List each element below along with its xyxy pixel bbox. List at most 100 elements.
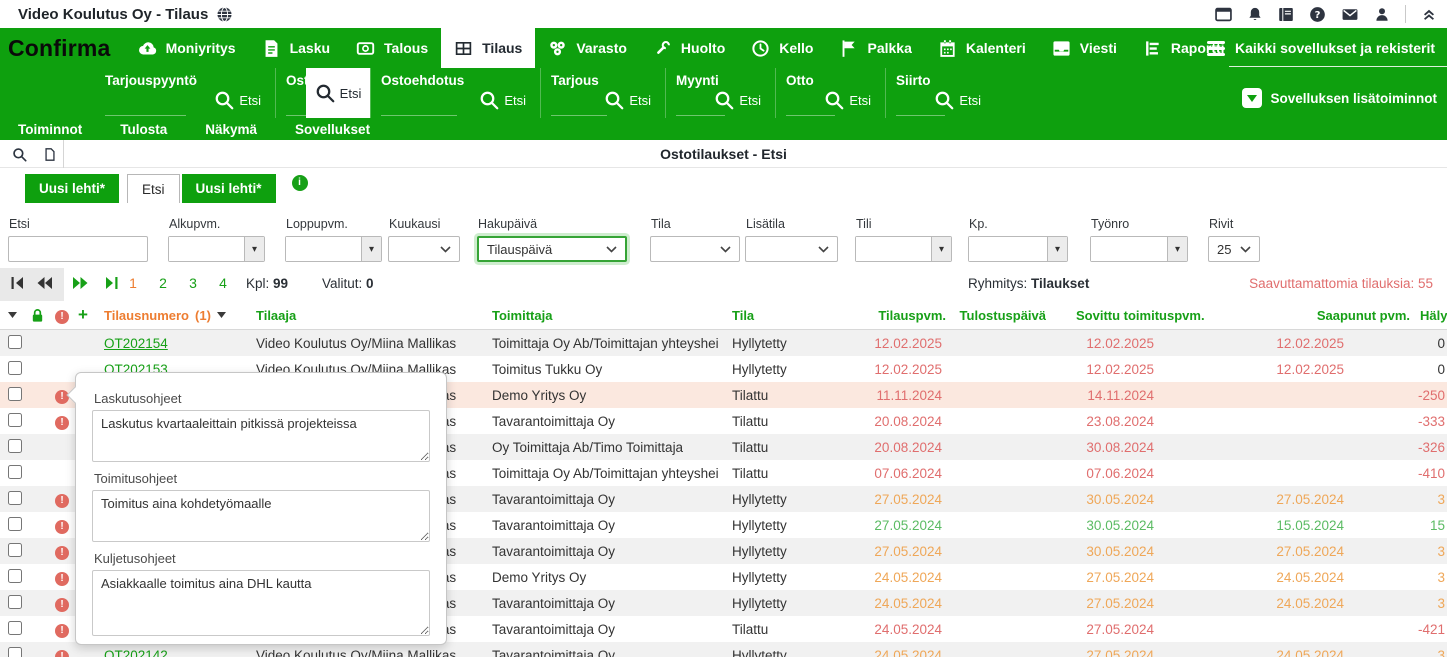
bell-icon[interactable]	[1247, 6, 1263, 23]
prev-page-button[interactable]	[36, 276, 56, 292]
add-row-icon[interactable]: +	[74, 305, 98, 325]
alert-icon[interactable]: !	[55, 598, 69, 612]
menu-sovellukset[interactable]: Sovellukset	[295, 122, 370, 137]
nav-item-moniyritys[interactable]: Moniyritys	[125, 28, 249, 68]
toimitusohjeet-textarea[interactable]: Toimitus aina kohdetyömaalle	[92, 490, 430, 542]
first-page-button[interactable]	[9, 276, 29, 292]
order-number-link[interactable]: OT202142	[98, 648, 168, 657]
filter-alkupvm-combo[interactable]: ▾	[168, 236, 265, 262]
nav-item-tilaus[interactable]: Tilaus	[441, 28, 535, 68]
window-icon[interactable]	[1215, 6, 1232, 23]
row-checkbox[interactable]	[8, 621, 22, 635]
row-checkbox[interactable]	[8, 387, 22, 401]
subnav-etsi-button[interactable]: Etsi	[824, 90, 871, 110]
filter-loppupvm-dropdown-button[interactable]: ▾	[361, 237, 381, 261]
collapse-header-icon[interactable]	[1421, 6, 1437, 22]
journal-icon[interactable]	[1278, 6, 1294, 23]
user-icon[interactable]	[1374, 6, 1390, 23]
row-checkbox[interactable]	[8, 647, 22, 657]
row-checkbox[interactable]	[8, 517, 22, 531]
header-tilausnumero[interactable]: Tilausnumero (1)	[98, 308, 248, 323]
filter-loppupvm-combo[interactable]: ▾	[285, 236, 382, 262]
menu-nakyma[interactable]: Näkymä	[205, 122, 257, 137]
alert-icon[interactable]: !	[55, 520, 69, 534]
filter-rivit-select[interactable]: 25	[1208, 236, 1260, 262]
info-icon[interactable]: i	[292, 175, 308, 191]
help-icon[interactable]: ?	[1309, 6, 1326, 23]
row-checkbox[interactable]	[8, 413, 22, 427]
subnav-etsi-button[interactable]: Etsi	[306, 68, 370, 118]
tab-etsi[interactable]: Etsi	[127, 174, 180, 203]
all-apps-menu[interactable]: Kaikki sovellukset ja rekisterit	[1207, 28, 1435, 68]
row-checkbox[interactable]	[8, 439, 22, 453]
row-checkbox[interactable]	[8, 543, 22, 557]
header-tulostuspaiva[interactable]: Tulostuspäivä	[946, 308, 1046, 323]
order-number-link[interactable]: OT202154	[98, 336, 168, 351]
row-checkbox[interactable]	[8, 491, 22, 505]
header-tilauspvm[interactable]: Tilauspvm.	[854, 308, 946, 323]
filter-alkupvm-dropdown-button[interactable]: ▾	[244, 237, 264, 261]
header-saapunut-pvm[interactable]: Saapunut pvm.	[1206, 308, 1410, 323]
row-checkbox[interactable]	[8, 465, 22, 479]
header-tilaaja[interactable]: Tilaaja	[248, 308, 486, 323]
page-1[interactable]: 1	[121, 275, 145, 291]
subnav-etsi-button[interactable]: Etsi	[714, 90, 761, 110]
subnav-etsi-button[interactable]: Etsi	[934, 90, 981, 110]
filter-kp-combo[interactable]: ▾	[968, 236, 1068, 262]
filter-kuukausi-select[interactable]	[388, 236, 460, 262]
filter-tili-input[interactable]	[856, 237, 931, 261]
filter-tyonro-combo[interactable]: ▾	[1090, 236, 1188, 262]
filter-tyonro-dropdown-button[interactable]: ▾	[1167, 237, 1187, 261]
alert-icon[interactable]: !	[55, 494, 69, 508]
alert-column-icon[interactable]: !	[52, 307, 74, 324]
header-halytys[interactable]: Hälytys	[1410, 308, 1447, 323]
nav-item-kello[interactable]: Kello	[738, 28, 826, 68]
nav-item-talous[interactable]: Talous	[343, 28, 441, 68]
filter-alkupvm-input[interactable]	[169, 237, 244, 261]
menu-tulosta[interactable]: Tulosta	[120, 122, 167, 137]
lock-icon[interactable]	[30, 308, 52, 323]
alert-icon[interactable]: !	[55, 572, 69, 586]
page-4[interactable]: 4	[211, 275, 235, 291]
filter-tili-dropdown-button[interactable]: ▾	[931, 237, 951, 261]
subnav-group-label[interactable]: Ostoehdotus	[381, 73, 464, 88]
subnav-group-label[interactable]: Tarjous	[551, 73, 599, 88]
filter-kp-dropdown-button[interactable]: ▾	[1047, 237, 1067, 261]
mail-icon[interactable]	[1341, 6, 1359, 23]
kuljetusohjeet-textarea[interactable]: Asiakkaalle toimitus aina DHL kautta	[92, 570, 430, 636]
next-page-button[interactable]	[72, 276, 92, 292]
alert-icon[interactable]: !	[55, 390, 69, 404]
subnav-group-label[interactable]: Siirto	[896, 73, 931, 88]
row-checkbox[interactable]	[8, 361, 22, 375]
laskutusohjeet-textarea[interactable]: Laskutus kvartaaleittain pitkissä projek…	[92, 410, 430, 462]
header-sovittu-toimituspvm[interactable]: Sovittu toimituspvm.	[1046, 308, 1206, 323]
confirma-logo[interactable]: Confirma	[8, 35, 111, 62]
page-3[interactable]: 3	[181, 275, 205, 291]
subnav-group-label[interactable]: Myynti	[676, 73, 719, 88]
alert-icon[interactable]: !	[55, 416, 69, 430]
subnav-group-label[interactable]: Otto	[786, 73, 814, 88]
subnav-group-label[interactable]: Tarjouspyyntö	[105, 73, 197, 88]
nav-item-huolto[interactable]: Huolto	[640, 28, 738, 68]
filter-etsi-input[interactable]	[8, 236, 148, 262]
header-toimittaja[interactable]: Toimittaja	[486, 308, 726, 323]
filter-lisatila-select[interactable]	[745, 236, 838, 262]
nav-item-viesti[interactable]: Viesti	[1039, 28, 1130, 68]
subnav-etsi-button[interactable]: Etsi	[214, 90, 261, 110]
app-extra-actions[interactable]: Sovelluksen lisätoiminnot	[1242, 88, 1437, 108]
last-page-button[interactable]	[103, 276, 123, 292]
row-checkbox[interactable]	[8, 569, 22, 583]
alert-icon[interactable]: !	[55, 650, 69, 657]
page-2[interactable]: 2	[151, 275, 175, 291]
filter-tila-select[interactable]	[650, 236, 740, 262]
alert-icon[interactable]: !	[55, 624, 69, 638]
filter-loppupvm-input[interactable]	[286, 237, 361, 261]
filter-tili-combo[interactable]: ▾	[855, 236, 952, 262]
nav-item-palkka[interactable]: Palkka	[826, 28, 924, 68]
subnav-etsi-button[interactable]: Etsi	[604, 90, 651, 110]
bulk-select-dropdown[interactable]	[0, 312, 30, 318]
header-tila[interactable]: Tila	[726, 308, 854, 323]
filter-tyonro-input[interactable]	[1091, 237, 1167, 261]
filter-hakupaiva-select[interactable]: Tilauspäivä	[477, 236, 627, 262]
alert-icon[interactable]: !	[55, 546, 69, 560]
